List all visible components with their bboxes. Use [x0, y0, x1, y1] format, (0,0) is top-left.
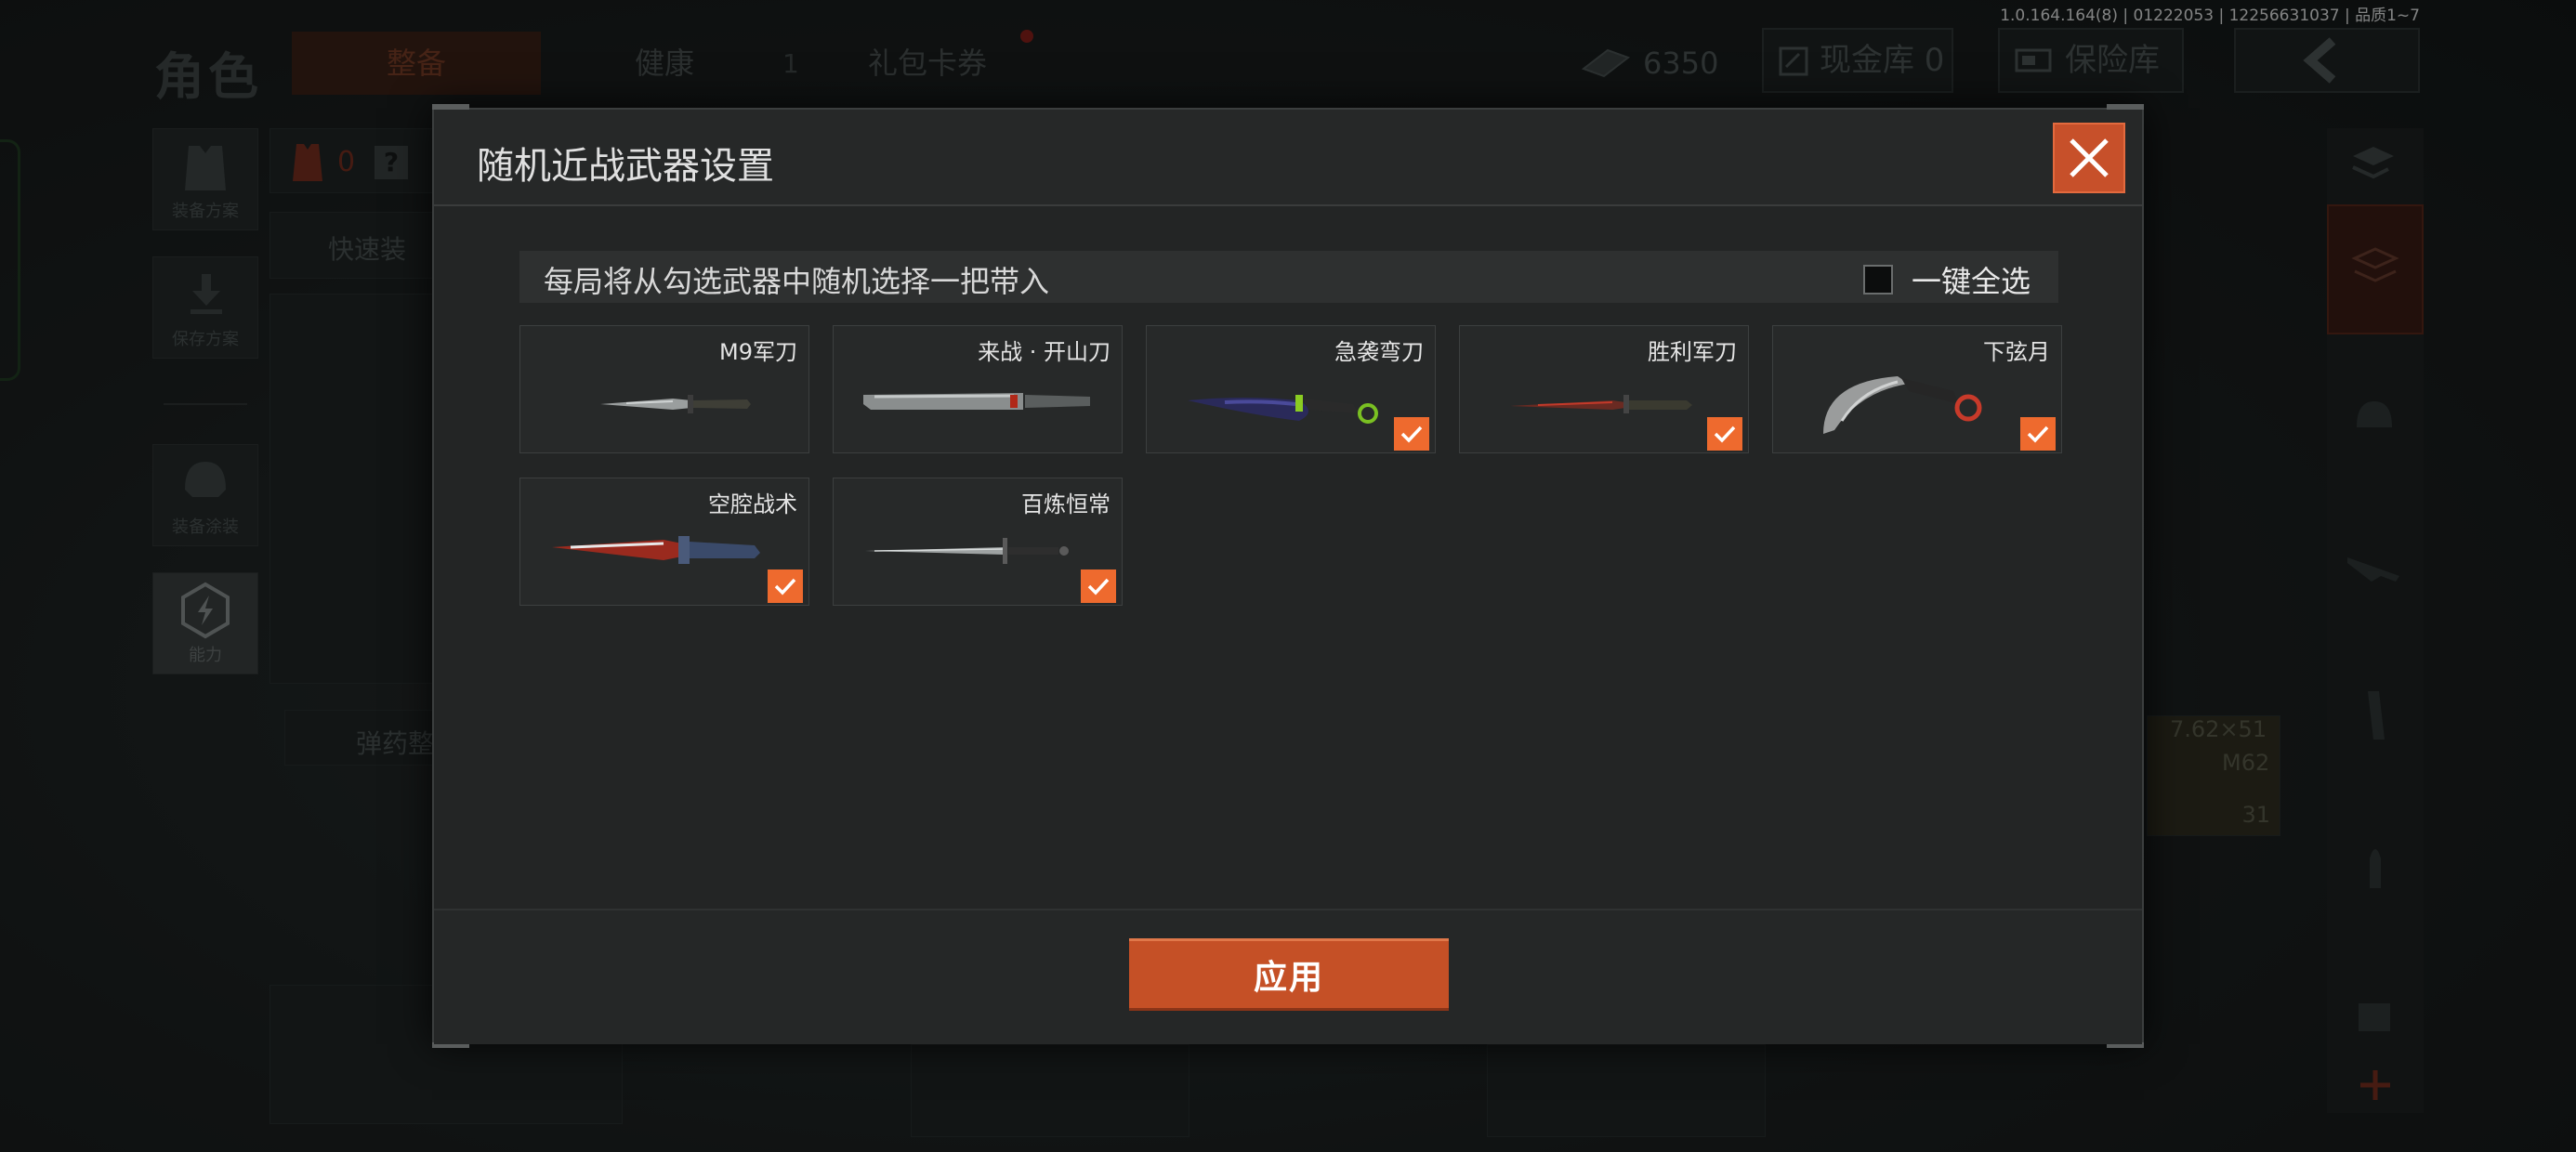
- weapon-card-karambit[interactable]: 下弦月: [1772, 325, 2062, 453]
- weapon-checkbox-checked[interactable]: [1707, 417, 1742, 451]
- weapon-checkbox-checked[interactable]: [768, 569, 803, 603]
- close-button[interactable]: [2053, 123, 2125, 193]
- apply-button[interactable]: 应用: [1129, 938, 1449, 1011]
- weapon-card-victory-knife[interactable]: 胜利军刀: [1459, 325, 1749, 453]
- karambit-icon: [1823, 376, 1982, 434]
- weapon-checkbox-checked[interactable]: [1081, 569, 1116, 603]
- dialog-header: 随机近战武器设置: [434, 110, 2142, 206]
- weapon-name: M9军刀: [719, 339, 797, 365]
- close-icon: [2070, 138, 2109, 177]
- weapon-name: 胜利军刀: [1648, 339, 1737, 365]
- weapon-card-m9[interactable]: M9军刀: [519, 325, 809, 453]
- weapon-name: 急袭弯刀: [1334, 339, 1424, 365]
- weapon-checkbox-checked[interactable]: [2020, 417, 2056, 451]
- check-icon: [1714, 425, 1736, 443]
- info-text: 每局将从勾选武器中随机选择一把带入: [544, 264, 1050, 299]
- weapon-card-long-sword[interactable]: 百炼恒常: [833, 478, 1123, 606]
- long-sword-icon: [865, 538, 1069, 564]
- check-icon: [1400, 425, 1423, 443]
- m9-bayonet-icon: [600, 395, 751, 413]
- info-bar: 每局将从勾选武器中随机选择一把带入 一键全选: [519, 251, 2058, 303]
- weapon-name: 下弦月: [1983, 339, 2050, 365]
- raid-scimitar-icon: [1188, 395, 1378, 424]
- check-icon: [774, 578, 796, 596]
- weapon-name: 空腔战术: [708, 491, 797, 517]
- check-icon: [1087, 578, 1110, 596]
- check-icon: [2027, 425, 2049, 443]
- weapon-card-machete[interactable]: 来战 · 开山刀: [833, 325, 1123, 453]
- weapon-name: 百炼恒常: [1021, 491, 1111, 517]
- machete-icon: [863, 393, 1090, 410]
- weapon-name: 来战 · 开山刀: [978, 339, 1111, 365]
- select-all-label: 一键全选: [1911, 264, 2031, 299]
- random-melee-settings-dialog: 随机近战武器设置 每局将从勾选武器中随机选择一把带入 一键全选 M9军刀 来战 …: [432, 104, 2144, 1048]
- dialog-title: 随机近战武器设置: [477, 145, 774, 188]
- weapon-card-tactical-dagger[interactable]: 空腔战术: [519, 478, 809, 606]
- weapon-checkbox-checked[interactable]: [1394, 417, 1429, 451]
- game-screen: 角色 整备 健康 1 礼包卡券 6350 现金库 0 保险库 1.0.164.1…: [0, 0, 2576, 1152]
- victory-knife-icon: [1510, 395, 1692, 413]
- select-all-checkbox[interactable]: 一键全选: [1862, 258, 2031, 301]
- apply-label: 应用: [1253, 959, 1324, 997]
- tactical-dagger-icon: [552, 536, 760, 564]
- select-all-box[interactable]: [1862, 265, 1893, 295]
- weapon-card-raid-scimitar[interactable]: 急袭弯刀: [1146, 325, 1436, 453]
